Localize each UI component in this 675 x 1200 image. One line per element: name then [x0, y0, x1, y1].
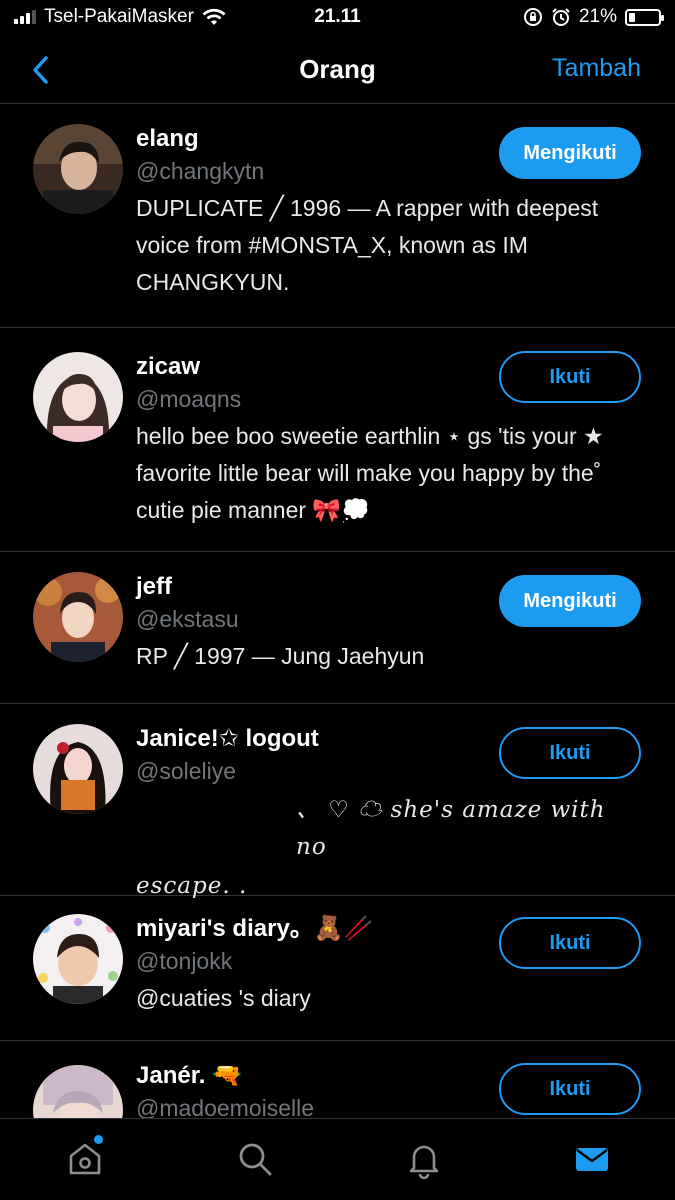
follow-button[interactable]: Mengikuti	[499, 575, 641, 627]
user-bio: RP ╱ 1997 — Jung Jaehyun	[136, 643, 425, 669]
tab-bar	[0, 1118, 675, 1200]
navigation-bar: Orang Tambah	[0, 36, 675, 104]
user-bio: DUPLICATE ╱ 1996 — A rapper with deepest…	[136, 195, 599, 295]
mail-icon	[576, 1148, 608, 1171]
user-bio: hello bee boo sweetie earthlin ⋆ gs 'tis…	[136, 423, 604, 523]
user-bio-line-1: 、 ♡ ☁ she's amaze with no	[296, 797, 606, 860]
list-item[interactable]: Janice!✩ logout @soleliye 、 ♡ ☁ she's am…	[0, 704, 675, 899]
list-item[interactable]: elang @changkytn DUPLICATE ╱ 1996 — A ra…	[0, 104, 675, 328]
avatar[interactable]	[33, 352, 123, 442]
list-item[interactable]: zicaw @moaqns hello bee boo sweetie eart…	[0, 328, 675, 552]
battery-percent: 21%	[578, 6, 617, 27]
home-icon	[69, 1143, 101, 1175]
follow-button[interactable]: Ikuti	[499, 351, 641, 403]
status-bar: Tsel-PakaiMasker 21.11 21%	[0, 0, 675, 36]
follow-button[interactable]: Ikuti	[499, 1063, 641, 1115]
follow-button[interactable]: Ikuti	[499, 917, 641, 969]
people-list: elang @changkytn DUPLICATE ╱ 1996 — A ra…	[0, 104, 675, 1161]
alarm-icon	[552, 8, 570, 26]
avatar[interactable]	[33, 124, 123, 214]
list-item[interactable]: miyari's diary。🧸🥢 @tonjokk @cuaties 's d…	[0, 896, 675, 1041]
status-right: 21%	[523, 6, 664, 28]
battery-fill	[629, 12, 635, 22]
avatar[interactable]	[33, 572, 123, 662]
add-button[interactable]: Tambah	[552, 54, 641, 83]
follow-button[interactable]: Ikuti	[499, 727, 641, 779]
notification-dot	[94, 1135, 103, 1144]
battery-icon	[625, 8, 664, 26]
follow-button[interactable]: Mengikuti	[499, 127, 641, 179]
search-icon	[239, 1143, 272, 1176]
bell-icon	[409, 1145, 439, 1180]
tab-notifications[interactable]	[404, 1139, 444, 1180]
rotation-lock-icon	[523, 8, 542, 26]
avatar[interactable]	[33, 724, 123, 814]
avatar[interactable]	[33, 914, 123, 1004]
tab-messages[interactable]	[572, 1139, 612, 1179]
list-item[interactable]: jeff @ekstasu RP ╱ 1997 — Jung Jaehyun M…	[0, 552, 675, 704]
tab-search[interactable]	[235, 1139, 275, 1179]
tab-home[interactable]	[65, 1135, 105, 1179]
user-bio: @cuaties 's diary	[136, 985, 311, 1011]
